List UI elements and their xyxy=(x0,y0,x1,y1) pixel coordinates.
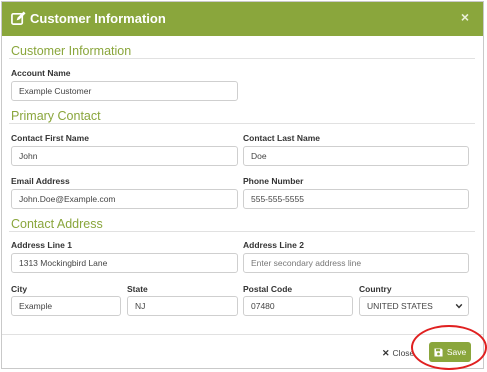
city-label: City xyxy=(11,284,28,294)
first-name-label: Contact First Name xyxy=(11,133,89,143)
country-selected-value: UNITED STATES xyxy=(367,301,433,311)
section-primary-contact: Primary Contact xyxy=(11,109,101,123)
section-divider xyxy=(9,123,475,124)
state-input[interactable]: NJ xyxy=(127,296,238,316)
modal-header: Customer Information × xyxy=(2,2,483,36)
country-select[interactable]: UNITED STATES xyxy=(359,296,469,316)
modal-title: Customer Information xyxy=(30,11,166,26)
email-label: Email Address xyxy=(11,176,70,186)
section-divider xyxy=(9,231,475,232)
phone-input[interactable]: 555-555-5555 xyxy=(243,189,469,209)
section-customer-information: Customer Information xyxy=(11,44,132,58)
postal-code-label: Postal Code xyxy=(243,284,293,294)
close-icon: ✕ xyxy=(382,347,390,358)
highlight-annotation-circle xyxy=(411,325,487,370)
header-close-icon[interactable]: × xyxy=(461,9,469,25)
phone-label: Phone Number xyxy=(243,176,304,186)
section-contact-address: Contact Address xyxy=(11,217,103,231)
chevron-down-icon xyxy=(455,303,463,309)
address-line-1-input[interactable]: 1313 Mockingbird Lane xyxy=(11,253,238,273)
first-name-input[interactable]: John xyxy=(11,146,238,166)
address-line-2-label: Address Line 2 xyxy=(243,240,304,250)
account-name-input[interactable]: Example Customer xyxy=(11,81,238,101)
customer-information-modal: Customer Information × Customer Informat… xyxy=(1,1,484,369)
account-name-label: Account Name xyxy=(11,68,71,78)
close-button[interactable]: ✕ Close xyxy=(382,345,414,361)
postal-code-input[interactable]: 07480 xyxy=(243,296,353,316)
address-line-2-input[interactable]: Enter secondary address line xyxy=(243,253,469,273)
edit-icon xyxy=(11,11,26,25)
state-label: State xyxy=(127,284,148,294)
email-input[interactable]: John.Doe@Example.com xyxy=(11,189,238,209)
section-divider xyxy=(9,58,475,59)
last-name-input[interactable]: Doe xyxy=(243,146,469,166)
footer-divider xyxy=(2,334,483,335)
country-label: Country xyxy=(359,284,392,294)
city-input[interactable]: Example xyxy=(11,296,121,316)
address-line-1-label: Address Line 1 xyxy=(11,240,72,250)
last-name-label: Contact Last Name xyxy=(243,133,320,143)
